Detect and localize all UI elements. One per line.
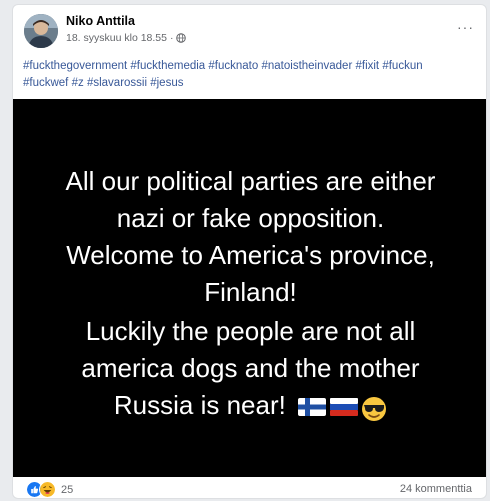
author-name[interactable]: Niko Anttila	[66, 14, 135, 28]
image-text-paragraph-1: All our political parties are either naz…	[13, 163, 486, 311]
post-footer: 25 24 kommenttia	[13, 477, 486, 498]
hashtag-link[interactable]: #fuckwef	[23, 77, 68, 89]
image-text-line: Russia is near!	[113, 390, 286, 420]
comments-count-link[interactable]: 24 kommenttia	[400, 483, 472, 495]
haha-icon	[39, 481, 56, 498]
flag-finland-icon	[298, 398, 327, 416]
flag-russia-icon	[330, 398, 359, 416]
image-text-line: All our political parties are either	[65, 166, 436, 196]
globe-icon	[176, 33, 187, 43]
avatar[interactable]	[24, 14, 58, 48]
post-meta: 18. syyskuu klo 18.55 ·	[66, 32, 187, 44]
post-header: Niko Anttila 18. syyskuu klo 18.55 · ···	[13, 5, 486, 51]
image-text-paragraph-2: Luckily the people are not all america d…	[13, 313, 486, 424]
reaction-summary[interactable]: 25	[26, 481, 73, 498]
post-card: Niko Anttila 18. syyskuu klo 18.55 · ···…	[12, 4, 487, 499]
image-text-line: Finland!	[204, 277, 297, 307]
hashtag-link[interactable]: #fixit	[355, 60, 379, 72]
hashtag-link[interactable]: #jesus	[150, 77, 183, 89]
image-text-line-with-emoji: Russia is near!	[13, 387, 486, 424]
meta-separator: ·	[169, 32, 174, 44]
sunglasses-face-icon	[362, 397, 387, 421]
hashtag-list: #fuckthegovernment #fuckthemedia #fuckna…	[23, 58, 478, 92]
reaction-count: 25	[61, 483, 74, 496]
post-timestamp[interactable]: 18. syyskuu klo 18.55	[66, 32, 167, 44]
post-image[interactable]: All our political parties are either naz…	[13, 99, 486, 477]
hashtag-link[interactable]: #fuckun	[382, 60, 422, 72]
hashtag-link[interactable]: #fuckthegovernment	[23, 60, 127, 72]
hashtag-link[interactable]: #slavarossii	[87, 77, 147, 89]
hashtag-link[interactable]: #natoistheinvader	[261, 60, 352, 72]
hashtag-link[interactable]: #fucknato	[208, 60, 258, 72]
hashtag-link[interactable]: #z	[72, 77, 84, 89]
avatar-photo-icon	[24, 14, 58, 48]
image-text-line: america dogs and the mother	[81, 353, 420, 383]
image-text-line: nazi or fake opposition.	[116, 203, 385, 233]
image-text-line: Luckily the people are not all	[85, 316, 416, 346]
emoji-row	[297, 396, 387, 422]
image-text-line: Welcome to America's province,	[66, 240, 435, 270]
hashtag-link[interactable]: #fuckthemedia	[130, 60, 205, 72]
more-options-button[interactable]: ···	[457, 19, 474, 35]
